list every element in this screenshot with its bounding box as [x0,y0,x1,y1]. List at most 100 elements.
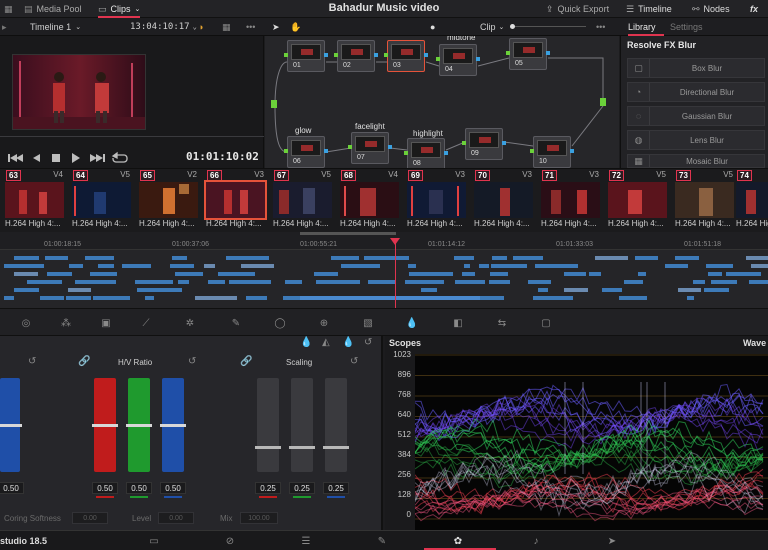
clip-74[interactable]: 74V5 H.264 High 4:... [733,169,768,233]
nodes-panel-button[interactable]: ⚯ Nodes [692,0,730,18]
radius-blue-value[interactable]: 0.50 [0,482,24,494]
slider-handle[interactable] [92,424,118,427]
fusion-page-icon[interactable]: ✎ [374,534,390,548]
media-page-icon[interactable]: ▭ [146,534,162,548]
node-05[interactable]: 05 [506,38,550,70]
hv-blue-value[interactable]: 0.50 [160,482,186,494]
hv-blue-slider[interactable] [160,378,186,472]
node-02[interactable]: 02 [334,40,378,72]
radius-blue-slider[interactable] [0,378,22,472]
key-icon[interactable]: ◧ [450,315,466,331]
panel-grip-icon[interactable]: ▸ [2,18,10,36]
color-page-icon[interactable]: ✿ [450,534,466,548]
clip-72[interactable]: 72 V5 H.264 High 4:... [605,169,670,233]
mini-timeline[interactable] [0,250,768,308]
slider-handle[interactable] [126,424,152,427]
node-09[interactable]: 09 [462,128,506,160]
scope-mode[interactable]: Wave [743,338,766,348]
reset-icon[interactable]: ↺ [364,337,372,348]
play-icon[interactable] [72,153,80,163]
clip-67[interactable]: 67 V5 H.264 High 4:... [270,169,335,233]
hv-red-slider[interactable] [92,378,118,472]
media-pool-tab-left-stub[interactable]: ▦ [4,0,13,18]
mist-mode-icon[interactable]: 💧 [342,337,354,348]
clip-63[interactable]: 63 V4 H.264 High 4:... [2,169,67,233]
fx-lens-blur[interactable]: ◍ Lens Blur [627,130,765,150]
window-icon[interactable]: ◯ [272,315,288,331]
camera-raw-icon[interactable]: ◎ [18,315,34,331]
link-icon[interactable]: 🔗 [78,356,90,367]
deliver-page-icon[interactable]: ➤ [604,534,620,548]
slider-handle[interactable] [289,446,315,449]
loop-icon[interactable] [111,151,128,163]
slider-handle[interactable] [323,446,349,449]
skip-to-end-icon[interactable] [90,154,105,162]
hv-red-value[interactable]: 0.50 [92,482,118,494]
clip-65[interactable]: 65 V2 H.264 High 4:... [136,169,201,233]
sharpen-mode-icon[interactable]: ◭ [322,337,330,348]
scaling-blue-value[interactable]: 0.25 [323,482,349,494]
timeline-ruler[interactable]: 01:00:18:15 01:00:37:06 01:00:55:21 01:0… [0,232,768,250]
playhead-marker[interactable] [390,238,400,245]
clip-68[interactable]: 68 V4 H.264 High 4:... [337,169,402,233]
magic-mask-icon[interactable]: ▧ [360,315,376,331]
fairlight-page-icon[interactable]: ♪ [528,534,544,548]
clip-mode-selector[interactable]: Clip ⌄ [480,18,504,36]
coring-softness-input[interactable]: 0.00 [72,512,108,524]
scaling-red-value[interactable]: 0.25 [255,482,281,494]
color-match-icon[interactable]: ⁂ [58,315,74,331]
level-input[interactable]: 0.00 [158,512,194,524]
node-04[interactable]: 04 [436,44,480,76]
zoom-slider[interactable] [508,18,588,36]
tracker-icon[interactable]: ⊕ [316,315,332,331]
hv-green-slider[interactable] [126,378,152,472]
fx-gaussian-blur[interactable]: ◌ Gaussian Blur [627,106,765,126]
scaling-red-slider[interactable] [255,378,281,472]
hand-tool-icon[interactable]: ✋ [290,18,301,36]
clip-66[interactable]: 66 V3 H.264 High 4:... [203,169,268,233]
blur-mode-icon[interactable]: 💧 [300,337,312,348]
color-wheel-icon[interactable]: ◑ [198,18,203,36]
stop-icon[interactable] [52,154,60,162]
link-icon[interactable]: 🔗 [240,356,252,367]
tab-settings[interactable]: Settings [670,18,703,36]
reset-radius-icon[interactable]: ↺ [28,356,36,367]
color-warper-icon[interactable]: ▣ [98,315,114,331]
curves-icon[interactable]: ⟋ [138,315,154,331]
blur-palette-icon[interactable]: 💧 [404,315,420,331]
skip-to-start-icon[interactable] [8,154,23,162]
clip-64[interactable]: 64 V5 H.264 High 4:... [69,169,134,233]
slider-handle[interactable] [0,424,22,427]
scaling-blue-slider[interactable] [323,378,349,472]
slider-handle[interactable] [160,424,186,427]
hv-green-value[interactable]: 0.50 [126,482,152,494]
qualifier-icon[interactable]: ✎ [228,315,244,331]
scaling-green-slider[interactable] [289,378,315,472]
node-01[interactable]: 01 [284,40,328,72]
more-icon[interactable]: ••• [246,18,255,36]
clip-73[interactable]: 73 V5 H.264 High 4:... [672,169,737,233]
media-pool-tab[interactable]: ▤ Media Pool [24,0,82,18]
grid-view-icon[interactable]: ▦ [222,18,231,36]
timeline-panel-button[interactable]: ☰ Timeline [626,0,672,18]
cut-page-icon[interactable]: ⊘ [222,534,238,548]
clips-tab[interactable]: ▭ Clips ⌄ [98,0,141,18]
color-wheel-icon[interactable]: ✲ [182,315,198,331]
sizing-icon[interactable]: ⇆ [494,315,510,331]
timeline-selector[interactable]: Timeline 1 ⌄ [30,18,81,36]
node-08[interactable]: 08 [404,138,448,168]
clip-70[interactable]: 70 V3 H.264 High 4:... [471,169,536,233]
3d-icon[interactable]: ▢ [538,315,554,331]
viewer-frame[interactable] [12,54,146,130]
playhead[interactable] [390,238,400,308]
fx-mosaic-blur[interactable]: ▦ Mosaic Blur [627,154,765,168]
node-10[interactable]: 10 [530,136,574,168]
node-07[interactable]: 07 [348,132,392,164]
scrub-bar[interactable] [0,136,264,137]
effects-panel-button[interactable]: fx [750,0,758,18]
step-back-icon[interactable] [33,154,40,162]
node-03[interactable]: 03 [384,40,428,72]
clip-69[interactable]: 69 V3 H.264 High 4:... [404,169,469,233]
reset-hv-icon[interactable]: ↺ [188,356,196,367]
timeline-scroll-thumb[interactable] [300,232,396,235]
